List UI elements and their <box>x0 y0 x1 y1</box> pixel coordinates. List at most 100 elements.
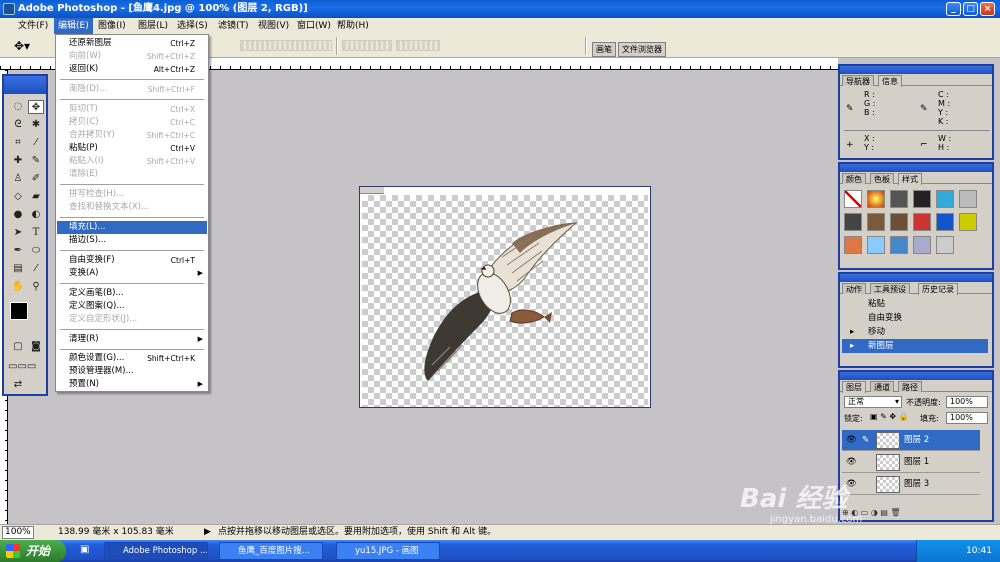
eyedropper-icon[interactable]: ⁄ <box>28 262 44 276</box>
screen-mode-icon[interactable]: ▭▭▭ <box>8 360 36 374</box>
menu-item-transform[interactable]: 变换(A) ▶ <box>57 267 207 280</box>
history-item-selected[interactable]: ▸ 新图层 <box>842 339 988 353</box>
distribute-buttons-b[interactable] <box>396 40 440 51</box>
path-select-icon[interactable]: ➤ <box>10 226 26 240</box>
menu-item-step-forward[interactable]: 向前(W) Shift+Ctrl+Z <box>57 50 207 63</box>
hand-tool-icon[interactable]: ✋ <box>10 280 26 294</box>
shape-tool-icon[interactable]: ⬭ <box>28 244 44 258</box>
status-arrow-icon[interactable]: ▶ <box>204 525 211 540</box>
style-swatch[interactable] <box>890 190 908 208</box>
pen-tool-icon[interactable]: ✒ <box>10 244 26 258</box>
menu-image[interactable]: 图像(I) <box>94 18 130 34</box>
tab-channels[interactable]: 通道 <box>870 381 894 392</box>
minimize-button[interactable]: _ <box>946 2 961 16</box>
history-item[interactable]: 自由变换 <box>842 311 988 325</box>
taskbar-paint[interactable]: yu15.JPG - 画图 <box>336 542 440 560</box>
menu-item-define-brush[interactable]: 定义画笔(B)... <box>57 287 207 300</box>
healing-brush-icon[interactable]: ✚ <box>10 154 26 168</box>
quickmask-mode-icon[interactable]: ◙ <box>28 340 44 354</box>
marquee-tool-icon[interactable]: ◌ <box>10 100 26 114</box>
layer-row[interactable]: 👁 图层 3 <box>842 474 980 495</box>
style-swatch[interactable] <box>867 190 885 208</box>
style-swatch[interactable] <box>936 236 954 254</box>
eraser-tool-icon[interactable]: ◇ <box>10 190 26 204</box>
style-swatch[interactable] <box>890 213 908 231</box>
menu-item-preset-manager[interactable]: 预设管理器(M)... <box>57 365 207 378</box>
gradient-tool-icon[interactable]: ▰ <box>28 190 44 204</box>
maximize-button[interactable]: □ <box>963 2 978 16</box>
tab-paths[interactable]: 路径 <box>898 381 922 392</box>
menu-item-paste-into[interactable]: 粘贴入(I) Shift+Ctrl+V <box>57 155 207 168</box>
menu-item-clear[interactable]: 清除(E) <box>57 168 207 181</box>
menu-item-paste[interactable]: 粘贴(P) Ctrl+V <box>57 142 207 155</box>
menu-file[interactable]: 文件(F) <box>14 18 52 34</box>
jump-to-imageready-icon[interactable]: ⇄ <box>10 378 26 392</box>
menu-item-fill[interactable]: 填充(L)... <box>57 221 207 234</box>
tab-swatches[interactable]: 色板 <box>870 173 894 184</box>
layer-row[interactable]: 👁 图层 1 <box>842 452 980 473</box>
tab-history[interactable]: 历史记录 <box>918 283 958 295</box>
show-desktop-icon[interactable]: ▣ <box>80 544 89 555</box>
slice-tool-icon[interactable]: ⁄ <box>28 136 44 150</box>
menu-item-cut[interactable]: 剪切(T) Ctrl+X <box>57 103 207 116</box>
document-window[interactable] <box>359 186 651 408</box>
menu-item-stroke[interactable]: 描边(S)... <box>57 234 207 247</box>
eye-icon[interactable]: 👁 <box>846 430 857 451</box>
taskbar-photoshop[interactable]: Adobe Photoshop ... <box>104 542 208 560</box>
layer-row[interactable]: 👁 ✎ 图层 2 <box>842 430 980 451</box>
canvas[interactable] <box>362 195 648 407</box>
tab-tool-presets[interactable]: 工具预设 <box>870 283 910 294</box>
brush-tool-icon[interactable]: ✎ <box>28 154 44 168</box>
menu-item-color-settings[interactable]: 颜色设置(G)... Shift+Ctrl+K <box>57 352 207 365</box>
eye-icon[interactable]: 👁 <box>846 452 857 473</box>
style-swatch[interactable] <box>959 213 977 231</box>
history-brush-icon[interactable]: ✐ <box>28 172 44 186</box>
fill-field[interactable]: 100% <box>946 412 988 424</box>
taskbar-browser[interactable]: 鱼鹰_百度图片搜... <box>219 542 323 560</box>
menu-select[interactable]: 选择(S) <box>173 18 212 34</box>
align-buttons[interactable] <box>240 40 332 51</box>
brushes-well-tab[interactable]: 画笔 <box>592 42 616 57</box>
tab-navigator[interactable]: 导航器 <box>842 75 874 86</box>
tab-color[interactable]: 颜色 <box>842 173 866 184</box>
opacity-field[interactable]: 100% <box>946 396 988 408</box>
style-swatch[interactable] <box>844 236 862 254</box>
style-swatch[interactable] <box>844 213 862 231</box>
menu-item-spell-check[interactable]: 拼写检查(H)... <box>57 188 207 201</box>
tab-layers[interactable]: 图层 <box>842 381 866 393</box>
menu-layer[interactable]: 图层(L) <box>134 18 172 34</box>
notes-tool-icon[interactable]: ▤ <box>10 262 26 276</box>
lasso-tool-icon[interactable]: ᘓ <box>10 118 26 132</box>
blend-mode-select[interactable]: 正常 ▾ <box>844 396 902 408</box>
dodge-tool-icon[interactable]: ◐ <box>28 208 44 222</box>
style-swatch[interactable] <box>936 213 954 231</box>
style-swatch[interactable] <box>913 236 931 254</box>
menu-window[interactable]: 窗口(W) <box>293 18 335 34</box>
menu-filter[interactable]: 滤镜(T) <box>214 18 253 34</box>
style-none[interactable] <box>844 190 862 208</box>
foreground-color[interactable] <box>10 302 28 320</box>
style-swatch[interactable] <box>913 213 931 231</box>
menu-item-step-backward[interactable]: 返回(K) Alt+Ctrl+Z <box>57 63 207 76</box>
menu-help[interactable]: 帮助(H) <box>333 18 373 34</box>
zoom-field[interactable]: 100% <box>2 526 34 539</box>
tab-actions[interactable]: 动作 <box>842 283 866 294</box>
menu-item-define-shape[interactable]: 定义自定形状(J)... <box>57 313 207 326</box>
menu-item-define-pattern[interactable]: 定义图案(Q)... <box>57 300 207 313</box>
menu-item-undo[interactable]: 还原新图层 Ctrl+Z <box>57 37 207 50</box>
clone-stamp-icon[interactable]: ♙ <box>10 172 26 186</box>
menu-edit[interactable]: 编辑(E) <box>54 18 93 34</box>
menu-item-find-replace[interactable]: 查找和替换文本(X)... <box>57 201 207 214</box>
blur-tool-icon[interactable]: ● <box>10 208 26 222</box>
menu-item-preferences[interactable]: 预置(N) ▶ <box>57 378 207 391</box>
style-swatch[interactable] <box>890 236 908 254</box>
layer-buttons[interactable]: ⊕ ◐ ▭ ◑ ▤ 🗑 <box>842 508 990 520</box>
style-swatch[interactable] <box>867 213 885 231</box>
zoom-tool-icon[interactable]: ⚲ <box>28 280 44 294</box>
crop-tool-icon[interactable]: ⌗ <box>10 136 26 150</box>
move-tool-icon[interactable]: ✥ <box>28 100 44 114</box>
magic-wand-icon[interactable]: ✱ <box>28 118 44 132</box>
style-swatch[interactable] <box>959 190 977 208</box>
tab-info[interactable]: 信息 <box>878 75 902 87</box>
start-button[interactable]: 开始 <box>0 540 66 562</box>
